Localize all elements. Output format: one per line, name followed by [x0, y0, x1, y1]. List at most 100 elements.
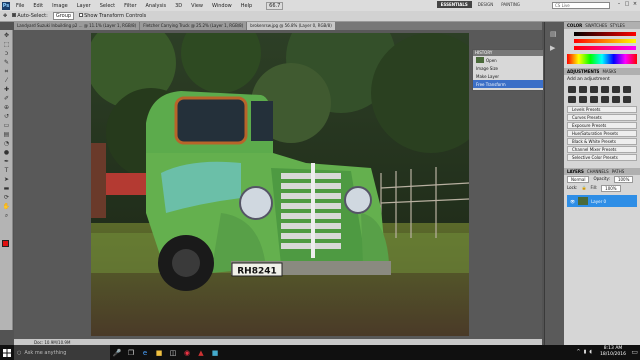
blend-mode-select[interactable]: Normal: [567, 176, 590, 183]
channel-mixer-icon[interactable]: [601, 96, 609, 103]
taskbar-search[interactable]: ○ Ask me anything: [14, 345, 110, 360]
doc-tab-1[interactable]: Landyard Suzuki Inbuilding p2 ... @ 11.1…: [14, 22, 140, 30]
photoshop-taskbar-icon[interactable]: ■: [208, 345, 222, 360]
dodge-tool-icon[interactable]: ●: [2, 149, 11, 157]
store-icon[interactable]: ◫: [166, 345, 180, 360]
blur-tool-icon[interactable]: ◔: [2, 140, 11, 148]
black-white-icon[interactable]: [579, 96, 587, 103]
fill-field[interactable]: 100%: [601, 185, 621, 192]
path-select-tool-icon[interactable]: ➤: [2, 176, 11, 184]
brush-tool-icon[interactable]: ✐: [2, 95, 11, 103]
clone-tool-icon[interactable]: ⊕: [2, 104, 11, 112]
lock-icon[interactable]: 🔒: [581, 185, 586, 192]
pen-tool-icon[interactable]: ✒: [2, 158, 11, 166]
history-item[interactable]: Make Layer: [473, 72, 543, 80]
preset-black-white[interactable]: Black & White Presets: [567, 138, 637, 145]
curves-icon[interactable]: [590, 86, 598, 93]
zoom-tool-icon[interactable]: ⌕: [2, 212, 11, 220]
tab-adjustments[interactable]: ADJUSTMENTS: [567, 69, 599, 74]
taskbar-clock[interactable]: 8:13 AM 18/10/2016: [600, 346, 626, 358]
minimize-icon[interactable]: –: [616, 1, 622, 8]
menu-layer[interactable]: Layer: [74, 3, 94, 9]
quick-select-tool-icon[interactable]: ✎: [2, 59, 11, 67]
preset-exposure[interactable]: Exposure Presets: [567, 122, 637, 129]
history-item[interactable]: Open: [473, 56, 543, 64]
history-item[interactable]: Image Size: [473, 64, 543, 72]
menu-3d[interactable]: 3D: [172, 3, 185, 9]
menu-help[interactable]: Help: [238, 3, 255, 9]
tab-masks[interactable]: MASKS: [602, 69, 616, 74]
menu-image[interactable]: Image: [49, 3, 71, 9]
menu-edit[interactable]: Edit: [30, 3, 46, 9]
healing-tool-icon[interactable]: ✚: [2, 86, 11, 94]
menu-file[interactable]: File: [13, 3, 27, 9]
zoom-select[interactable]: 66.7: [266, 1, 284, 10]
close-icon[interactable]: ×: [632, 1, 638, 8]
move-tool-icon[interactable]: ✥: [3, 13, 7, 19]
exposure-icon[interactable]: [601, 86, 609, 93]
gradient-tool-icon[interactable]: ▤: [2, 131, 11, 139]
photo-filter-icon[interactable]: [590, 96, 598, 103]
tab-swatches[interactable]: SWATCHES: [585, 23, 607, 28]
color-spectrum[interactable]: [567, 54, 637, 64]
tab-channels[interactable]: CHANNELS: [587, 169, 609, 174]
preset-selective-color[interactable]: Selective Color Presets: [567, 154, 637, 161]
auto-select-toggle[interactable]: Auto-Select:: [12, 13, 48, 19]
tab-layers[interactable]: LAYERS: [567, 169, 584, 174]
history-brush-tool-icon[interactable]: ↺: [2, 113, 11, 121]
menu-analysis[interactable]: Analysis: [143, 3, 170, 9]
preset-curves[interactable]: Curves Presets: [567, 114, 637, 121]
lasso-tool-icon[interactable]: ↄ: [2, 50, 11, 58]
chrome-icon[interactable]: ◉: [180, 345, 194, 360]
menu-filter[interactable]: Filter: [121, 3, 139, 9]
crop-tool-icon[interactable]: ⌗: [2, 68, 11, 76]
preset-hue-saturation[interactable]: Hue/Saturation Presets: [567, 130, 637, 137]
task-view-icon[interactable]: ❐: [124, 345, 138, 360]
file-explorer-icon[interactable]: ■: [152, 345, 166, 360]
preset-channel-mixer[interactable]: Channel Mixer Presets: [567, 146, 637, 153]
opacity-field[interactable]: 100%: [613, 176, 634, 183]
hue-saturation-icon[interactable]: [623, 86, 631, 93]
shape-tool-icon[interactable]: ▬: [2, 185, 11, 193]
mic-icon[interactable]: 🎤: [110, 345, 124, 360]
show-transform-toggle[interactable]: Show Transform Controls: [79, 13, 146, 19]
levels-icon[interactable]: [579, 86, 587, 93]
tab-paths[interactable]: PATHS: [612, 169, 625, 174]
chevron-up-icon[interactable]: ^: [576, 349, 580, 355]
color-balance-icon[interactable]: [568, 96, 576, 103]
move-tool-icon[interactable]: ✥: [2, 32, 11, 40]
workspace-design[interactable]: DESIGN: [476, 1, 495, 8]
workspace-essentials[interactable]: ESSENTIALS: [436, 1, 472, 8]
eye-icon[interactable]: 👁: [570, 199, 575, 204]
notifications-icon[interactable]: ▭: [631, 348, 638, 356]
history-panel-icon[interactable]: ▤: [550, 30, 557, 38]
edge-icon[interactable]: e: [138, 345, 152, 360]
red-slider[interactable]: [574, 32, 636, 36]
doc-tab-2[interactable]: Fletcher Carrying Truck @ 25.2% (Layer 1…: [140, 22, 247, 30]
auto-select-mode[interactable]: Group: [52, 12, 75, 20]
network-icon[interactable]: ▮: [584, 349, 587, 355]
marquee-tool-icon[interactable]: ⬚: [2, 41, 11, 49]
vibrance-icon[interactable]: [612, 86, 620, 93]
menu-view[interactable]: View: [188, 3, 206, 9]
cs-live-field[interactable]: CS Live: [552, 2, 610, 9]
blue-slider[interactable]: [574, 46, 636, 50]
actions-panel-icon[interactable]: ▶: [550, 44, 555, 52]
menu-window[interactable]: Window: [209, 3, 235, 9]
history-item-selected[interactable]: Free Transform: [473, 80, 543, 88]
eraser-tool-icon[interactable]: ▭: [2, 122, 11, 130]
eyedropper-tool-icon[interactable]: ⁄: [2, 77, 11, 85]
workspace-painting[interactable]: PAINTING: [499, 1, 522, 8]
green-slider[interactable]: [574, 39, 636, 43]
layer-row[interactable]: 👁 Layer 0: [567, 195, 637, 207]
menu-select[interactable]: Select: [97, 3, 118, 9]
volume-icon[interactable]: ◖: [589, 349, 592, 355]
acrobat-icon[interactable]: ▲: [194, 345, 208, 360]
start-button[interactable]: [0, 345, 14, 360]
photoshop-logo[interactable]: Ps: [2, 1, 10, 10]
tab-styles[interactable]: STYLES: [610, 23, 625, 28]
hand-tool-icon[interactable]: ✋: [2, 203, 11, 211]
doc-tab-3[interactable]: brokenrsw.jpg @ 56.8% (Layer 0, RGB/8): [247, 22, 335, 30]
maximize-icon[interactable]: □: [624, 1, 630, 8]
type-tool-icon[interactable]: T: [2, 167, 11, 175]
